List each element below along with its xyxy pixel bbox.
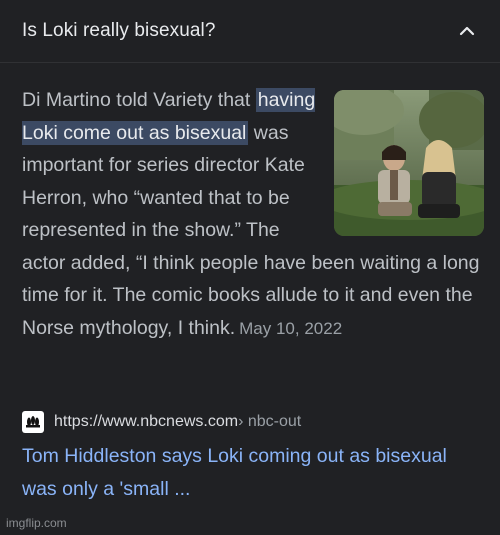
result-title-link[interactable]: Tom Hiddleston says Loki coming out as b…	[22, 440, 462, 506]
featured-snippet-card: Is Loki really bisexual? Di Martino told…	[0, 0, 500, 535]
source-row[interactable]: https://www.nbcnews.com › nbc-out	[22, 408, 301, 436]
nbc-peacock-icon	[22, 411, 44, 433]
source-path: › nbc-out	[238, 413, 302, 430]
divider	[0, 62, 500, 63]
snippet-text-before: Di Martino told Variety that	[22, 89, 256, 111]
snippet-thumbnail[interactable]	[334, 90, 484, 236]
imgflip-watermark: imgflip.com	[6, 516, 67, 530]
question-text: Is Loki really bisexual?	[22, 20, 216, 41]
question-header[interactable]: Is Loki really bisexual?	[22, 0, 478, 62]
snippet-date: May 10, 2022	[239, 318, 343, 338]
snippet-body: Di Martino told Variety that having Loki…	[22, 84, 484, 345]
chevron-up-icon[interactable]	[456, 20, 478, 42]
source-url[interactable]: https://www.nbcnews.com	[54, 413, 238, 431]
